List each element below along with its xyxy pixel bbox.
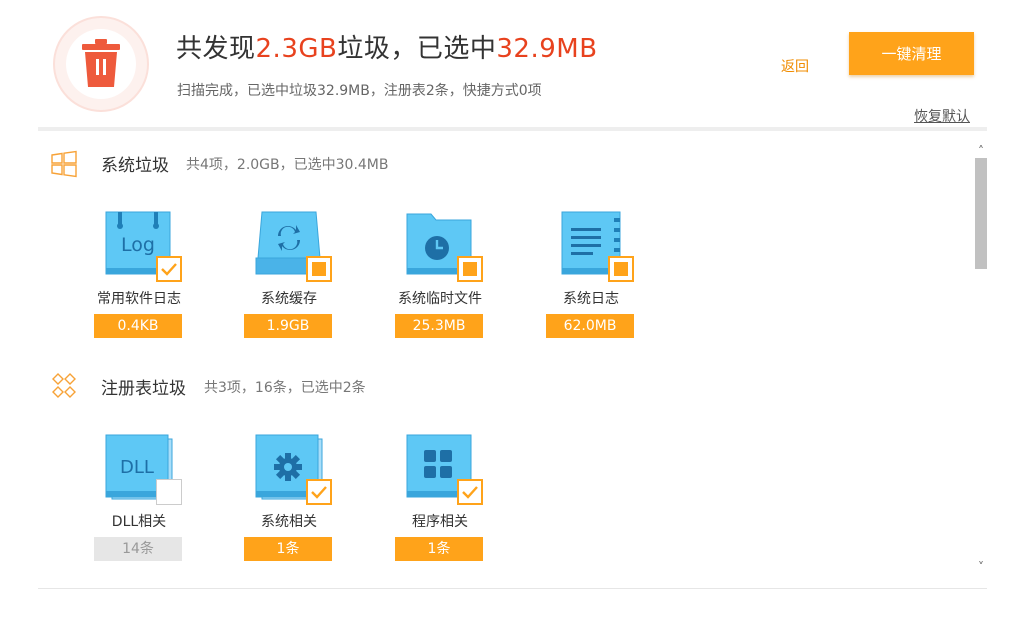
item-label: 系统相关 (261, 514, 317, 530)
header-divider (38, 127, 987, 131)
item-size-badge: 62.0MB (546, 314, 634, 338)
item-program-related[interactable]: 程序相关 1条 (370, 433, 510, 563)
restore-defaults-link[interactable]: 恢复默认 (914, 106, 970, 126)
item-checkbox-unchecked[interactable] (156, 479, 182, 505)
svg-text:Log: Log (121, 234, 155, 256)
scroll-down-arrow[interactable]: ˅ (974, 560, 988, 574)
registry-junk-title: 注册表垃圾 (101, 379, 186, 399)
registry-grid-icon (52, 373, 76, 398)
item-checkbox-checked[interactable] (306, 479, 332, 505)
item-label: 系统临时文件 (398, 291, 482, 307)
item-software-log[interactable]: Log 常用软件日志 0.4KB (69, 210, 209, 340)
one-click-clean-button[interactable]: 一键清理 (849, 32, 974, 75)
item-checkbox-checked[interactable] (156, 256, 182, 282)
item-size-badge: 25.3MB (395, 314, 483, 338)
trash-badge-inner (66, 29, 136, 99)
back-link[interactable]: 返回 (781, 56, 809, 76)
headline-selected-size: 32.9MB (496, 34, 598, 64)
item-label: 系统缓存 (261, 291, 317, 307)
item-system-log[interactable]: 系统日志 62.0MB (521, 210, 661, 340)
item-size-badge: 1条 (244, 537, 332, 561)
item-label: 系统日志 (563, 291, 619, 307)
item-label: DLL相关 (111, 514, 167, 530)
scan-summary: 扫描完成，已选中垃圾32.9MB，注册表2条，快捷方式0项 (177, 83, 542, 99)
trash-badge (53, 16, 149, 112)
headline-total-size: 2.3GB (255, 34, 338, 64)
trash-icon (82, 39, 120, 87)
headline-prefix: 共发现 (176, 34, 256, 64)
item-size-badge: 1.9GB (244, 314, 332, 338)
item-checkbox-partial[interactable] (306, 256, 332, 282)
item-label: 常用软件日志 (97, 291, 181, 307)
item-size-badge: 1条 (395, 537, 483, 561)
windows-icon (51, 150, 77, 178)
registry-junk-summary: 共3项，16条，已选中2条 (204, 380, 366, 396)
item-checkbox-partial[interactable] (608, 256, 634, 282)
partial-mark (463, 262, 477, 276)
item-size-badge: 14条 (94, 537, 182, 561)
system-junk-title: 系统垃圾 (101, 156, 169, 176)
item-dll[interactable]: DLL DLL相关 14条 (69, 433, 209, 563)
scroll-up-arrow[interactable]: ˄ (974, 144, 988, 158)
item-checkbox-checked[interactable] (457, 479, 483, 505)
svg-text:DLL: DLL (120, 457, 154, 478)
item-system-related[interactable]: 系统相关 1条 (219, 433, 359, 563)
item-checkbox-partial[interactable] (457, 256, 483, 282)
item-system-cache[interactable]: 系统缓存 1.9GB (219, 210, 359, 340)
item-temp-files[interactable]: 系统临时文件 25.3MB (370, 210, 510, 340)
partial-mark (614, 262, 628, 276)
scrollbar-thumb[interactable] (975, 158, 987, 269)
footer-divider (38, 588, 987, 589)
item-label: 程序相关 (412, 514, 468, 530)
headline-middle: 垃圾，已选中 (337, 34, 497, 64)
scan-result-headline: 共发现2.3GB垃圾，已选中32.9MB (176, 28, 598, 65)
partial-mark (312, 262, 326, 276)
system-junk-summary: 共4项，2.0GB，已选中30.4MB (186, 157, 389, 173)
item-size-badge: 0.4KB (94, 314, 182, 338)
